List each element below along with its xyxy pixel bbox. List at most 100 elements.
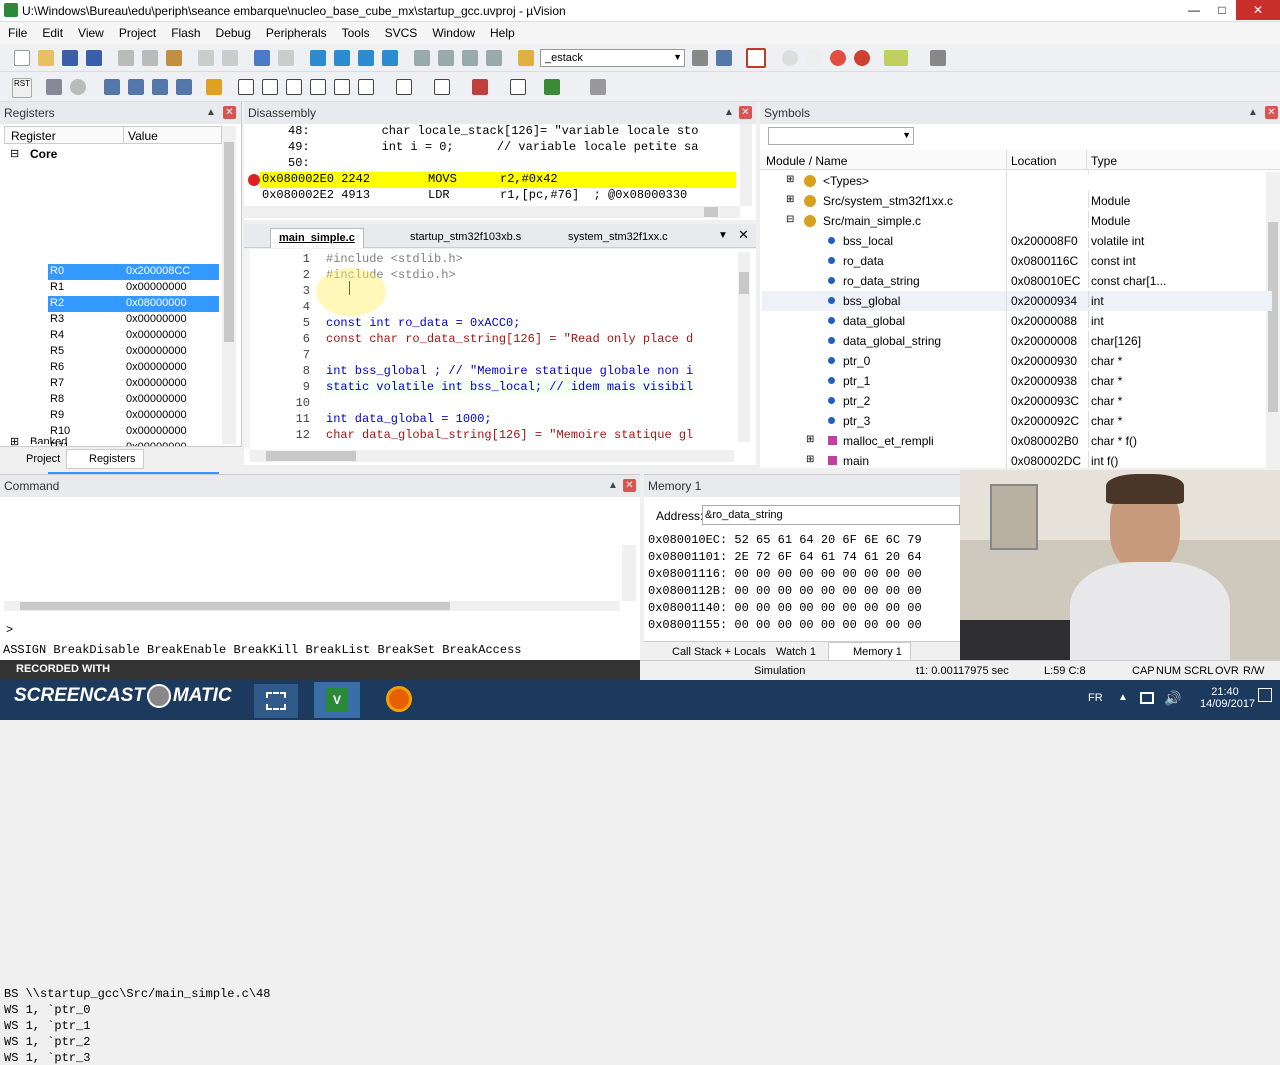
symbol-row[interactable]: data_global 0x20000088 int (762, 311, 1272, 331)
disasm-line[interactable]: 48: char locale_stack[126]= "variable lo… (244, 124, 740, 140)
register-row[interactable]: R7 0x00000000 (48, 376, 219, 392)
disasm-scrollbar[interactable] (740, 124, 752, 206)
tab-memory1[interactable]: Memory 1 (828, 642, 911, 662)
address-input[interactable]: &ro_data_string (702, 505, 960, 525)
paste-icon[interactable] (166, 50, 182, 66)
code-line[interactable]: 6 const char ro_data_string[126] = "Read … (250, 332, 735, 348)
register-value[interactable]: 0x00000000 (126, 329, 187, 341)
close-icon[interactable]: ✕ (739, 106, 752, 119)
symbol-row[interactable]: ro_data 0x0800116C const int (762, 251, 1272, 271)
register-value[interactable]: 0x00000000 (126, 281, 187, 293)
symbol-row[interactable]: ptr_3 0x2000092C char * (762, 411, 1272, 431)
wrench-icon[interactable] (930, 50, 946, 66)
breakpoint-icon[interactable] (248, 174, 260, 186)
command-window-icon[interactable] (238, 79, 254, 95)
menu-window[interactable]: Window (424, 22, 482, 40)
serial-window-icon[interactable] (434, 79, 450, 95)
step-out-icon[interactable] (152, 79, 168, 95)
symbol-row[interactable]: ⊟ Src/main_simple.c Module (762, 211, 1272, 231)
target-combo[interactable]: _estack ▼ (540, 49, 685, 67)
register-row[interactable]: R0 0x200008CC (48, 264, 219, 280)
breakpoint-kill-icon[interactable] (830, 50, 846, 66)
symbol-row[interactable]: ⊞ <Types> (762, 171, 1272, 191)
call-stack-window-icon[interactable] (334, 79, 350, 95)
redo-icon[interactable] (222, 50, 238, 66)
notifications-icon[interactable] (1258, 688, 1272, 702)
register-row[interactable]: R6 0x00000000 (48, 360, 219, 376)
disasm-line[interactable]: 50: (244, 156, 740, 172)
register-row[interactable]: R5 0x00000000 (48, 344, 219, 360)
register-value[interactable]: 0x00000000 (126, 377, 187, 389)
symbol-row[interactable]: ro_data_string 0x080010EC const char[1... (762, 271, 1272, 291)
register-row[interactable]: R2 0x08000000 (48, 296, 219, 312)
tab-startup[interactable]: startup_stm32f103xb.s (384, 228, 529, 248)
col-type[interactable]: Type (1086, 150, 1117, 170)
memory-row[interactable]: 0x08001155: 00 00 00 00 00 00 00 00 00 (648, 618, 922, 632)
undo-icon[interactable] (198, 50, 214, 66)
symbol-row[interactable]: ptr_1 0x20000938 char * (762, 371, 1272, 391)
reset-icon[interactable]: RST (12, 78, 32, 98)
tree-expand-icon[interactable]: ⊞ (806, 434, 814, 445)
code-line[interactable]: 5 const int ro_data = 0xACC0; (250, 316, 735, 332)
tree-expand-icon[interactable]: ⊞ (806, 454, 814, 465)
register-value[interactable]: 0x00000000 (126, 345, 187, 357)
code-line[interactable]: 1 #include <stdlib.h> (250, 252, 735, 268)
register-row[interactable]: R8 0x00000000 (48, 392, 219, 408)
menu-tools[interactable]: Tools (334, 22, 377, 40)
menu-help[interactable]: Help (482, 22, 522, 40)
save-icon[interactable] (62, 50, 78, 66)
registers-scrollbar[interactable] (222, 126, 236, 444)
col-location[interactable]: Location (1006, 150, 1056, 170)
menu-debug[interactable]: Debug (208, 22, 258, 40)
symbol-row[interactable]: data_global_string 0x20000008 char[126] (762, 331, 1272, 351)
close-icon[interactable]: ✕ (1236, 0, 1280, 20)
open-folder-icon[interactable] (38, 50, 54, 66)
tree-collapse-icon[interactable]: ⊟ (10, 147, 19, 160)
editor-hscrollbar[interactable] (250, 450, 734, 462)
register-value[interactable]: 0x00000000 (126, 409, 187, 421)
symbol-row[interactable]: bss_local 0x200008F0 volatile int (762, 231, 1272, 251)
pin-icon[interactable]: ▲ (608, 480, 618, 491)
unindent-icon[interactable] (438, 50, 454, 66)
find-icon[interactable] (692, 50, 708, 66)
menu-peripherals[interactable]: Peripherals (258, 22, 334, 40)
tree-collapse-icon[interactable]: ⊟ (786, 214, 794, 225)
uncomment-icon[interactable] (486, 50, 502, 66)
register-row[interactable]: R10 0x00000000 (48, 424, 219, 440)
step-over-icon[interactable] (128, 79, 144, 95)
command-prompt[interactable]: > (6, 623, 13, 637)
nav-back-icon[interactable] (254, 50, 270, 66)
disasm-line[interactable]: 0x080002E2 4913 LDR r1,[pc,#76] ; @0x08000… (260, 188, 736, 204)
breakpoint-disabled-icon[interactable] (782, 50, 798, 66)
memory-row[interactable]: 0x080010EC: 52 65 61 64 20 6F 6E 6C 79 (648, 533, 922, 547)
editor-vscrollbar[interactable] (738, 252, 750, 442)
show-next-statement-icon[interactable] (206, 79, 222, 95)
step-into-icon[interactable] (104, 79, 120, 95)
symbol-row[interactable]: ptr_2 0x2000093C char * (762, 391, 1272, 411)
copy-icon[interactable] (142, 50, 158, 66)
firefox-icon[interactable] (376, 682, 422, 718)
register-row[interactable]: R9 0x00000000 (48, 408, 219, 424)
col-value[interactable]: Value (123, 127, 158, 143)
breakpoint-all-icon[interactable] (854, 50, 870, 66)
minimize-icon[interactable]: — (1180, 0, 1208, 20)
code-line[interactable]: 12 char data_global_string[126] = "Memoir… (250, 428, 735, 444)
nav-forward-icon[interactable] (278, 50, 294, 66)
memory-row[interactable]: 0x0800112B: 00 00 00 00 00 00 00 00 00 (648, 584, 922, 598)
register-value[interactable]: 0x00000000 (126, 425, 187, 437)
stop-icon[interactable] (70, 79, 86, 95)
register-group-core[interactable]: Core (30, 147, 57, 161)
close-icon[interactable]: ✕ (223, 106, 236, 119)
register-row[interactable]: R4 0x00000000 (48, 328, 219, 344)
symbols-filter[interactable]: ▼ (768, 127, 914, 145)
bookmark-icon[interactable] (310, 50, 326, 66)
code-line[interactable]: 9 static volatile int bss_local; // idem … (250, 380, 735, 396)
system-viewer-icon[interactable] (544, 79, 560, 95)
code-line[interactable]: 11 int data_global = 1000; (250, 412, 735, 428)
taskview-icon[interactable] (254, 684, 298, 718)
register-value[interactable]: 0x200008CC (126, 265, 191, 277)
registers-window-icon[interactable] (310, 79, 326, 95)
disasm-line[interactable]: 49: int i = 0; // variable locale petite… (244, 140, 740, 156)
watch-window-icon[interactable] (358, 79, 374, 95)
menu-view[interactable]: View (70, 22, 111, 40)
